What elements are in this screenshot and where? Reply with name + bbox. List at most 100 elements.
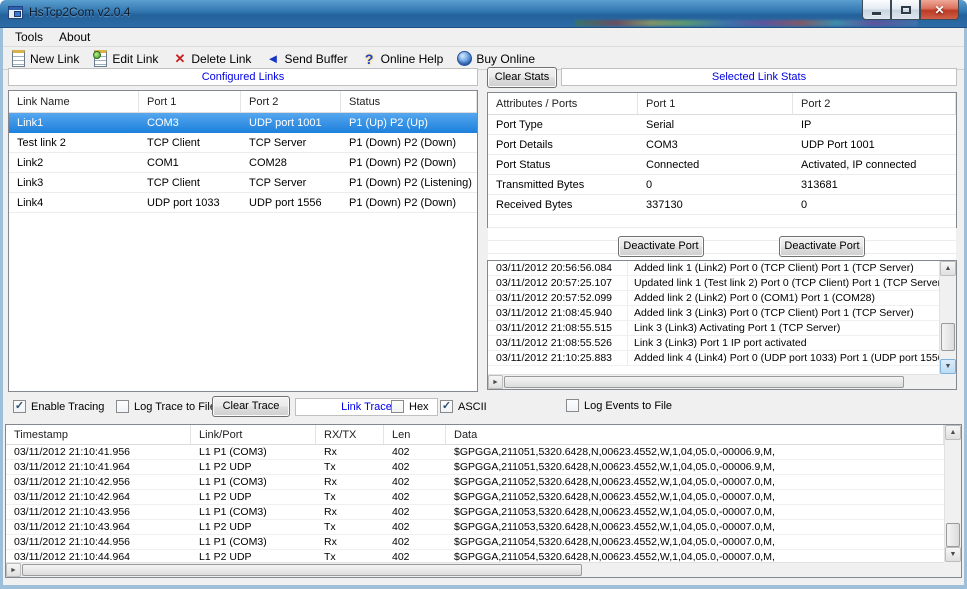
deactivate-port1-button[interactable]: Deactivate Port 1	[618, 236, 704, 257]
scroll-right-icon[interactable]: ►	[488, 375, 503, 389]
event-log-rows: 03/11/2012 20:56:56.084 Added link 1 (Li…	[488, 261, 939, 374]
link-row[interactable]: Test link 2 TCP Client TCP Server P1 (Do…	[9, 133, 477, 153]
trace-vscrollbar[interactable]: ▲ ▼	[944, 425, 961, 562]
trace-row[interactable]: 03/11/2012 21:10:43.964 L1 P2 UDP Tx 402…	[6, 520, 944, 535]
scroll-down-icon[interactable]: ▼	[940, 359, 956, 374]
titlebar[interactable]: HsTcp2Com v2.0.4 ✕	[0, 0, 967, 28]
scroll-right-icon[interactable]: ►	[6, 563, 21, 577]
column-header[interactable]: Port 1	[638, 93, 793, 114]
clear-trace-button[interactable]: Clear Trace	[212, 396, 290, 417]
event-log-hscroll-thumb[interactable]	[504, 376, 904, 388]
trace-hscrollbar[interactable]: ◄ ►	[6, 562, 944, 577]
column-header[interactable]: Attributes / Ports	[488, 93, 638, 114]
event-time-cell: 03/11/2012 20:56:56.084	[488, 261, 628, 275]
trace-len-cell: 402	[384, 461, 446, 473]
client-area: ToolsAbout New Link Edit Link Delete Lin…	[3, 28, 964, 585]
stats-row[interactable]: Port Status Connected Activated, IP conn…	[488, 155, 956, 175]
toolbar-button-label: Delete Link	[191, 52, 251, 66]
trace-row[interactable]: 03/11/2012 21:10:42.964 L1 P2 UDP Tx 402…	[6, 490, 944, 505]
ascii-checkbox[interactable]	[440, 400, 453, 413]
trace-rxtx-cell: Tx	[316, 491, 384, 503]
selected-link-stats-title: Selected Link Stats	[561, 68, 957, 86]
trace-hscroll-thumb[interactable]	[22, 564, 582, 576]
trace-row[interactable]: 03/11/2012 21:10:41.964 L1 P2 UDP Tx 402…	[6, 460, 944, 475]
link-row[interactable]: Link1 COM3 UDP port 1001 P1 (Up) P2 (Up)	[9, 113, 477, 133]
column-header[interactable]: Status	[341, 91, 477, 112]
trace-linkport-cell: L1 P2 UDP	[191, 461, 316, 473]
event-log-row[interactable]: 03/11/2012 21:10:25.883 Added link 4 (Li…	[488, 351, 939, 366]
column-header[interactable]: Port 1	[139, 91, 241, 112]
column-header[interactable]: Link Name	[9, 91, 139, 112]
log-trace-checkbox[interactable]	[116, 400, 129, 413]
scrollbar-corner	[944, 562, 961, 577]
column-header[interactable]: Port 2	[241, 91, 341, 112]
column-header[interactable]: Len	[384, 425, 446, 444]
trace-row[interactable]: 03/11/2012 21:10:43.956 L1 P1 (COM3) Rx …	[6, 505, 944, 520]
column-header[interactable]: Link/Port	[191, 425, 316, 444]
trace-rxtx-cell: Tx	[316, 521, 384, 533]
column-header[interactable]: Port 2	[793, 93, 956, 114]
event-log-row[interactable]: 03/11/2012 21:08:55.526 Link 3 (Link3) P…	[488, 336, 939, 351]
event-log-row[interactable]: 03/11/2012 21:08:55.515 Link 3 (Link3) A…	[488, 321, 939, 336]
link-row[interactable]: Link2 COM1 COM28 P1 (Down) P2 (Down)	[9, 153, 477, 173]
trace-row[interactable]: 03/11/2012 21:10:44.956 L1 P1 (COM3) Rx …	[6, 535, 944, 550]
minimize-button[interactable]	[862, 0, 891, 20]
clear-stats-button[interactable]: Clear Stats	[487, 67, 557, 88]
trace-row[interactable]: 03/11/2012 21:10:41.956 L1 P1 (COM3) Rx …	[6, 445, 944, 460]
link-row[interactable]: Link3 TCP Client TCP Server P1 (Down) P2…	[9, 173, 477, 193]
menu-item[interactable]: Tools	[7, 28, 51, 46]
close-icon: ✕	[934, 3, 944, 17]
trace-data-cell: $GPGGA,211052,5320.6428,N,00623.4552,W,1…	[446, 491, 944, 503]
event-log-row[interactable]: 03/11/2012 21:08:45.940 Added link 3 (Li…	[488, 306, 939, 321]
trace-len-cell: 402	[384, 551, 446, 562]
toolbar-button[interactable]: Delete Link	[169, 50, 254, 67]
deactivate-port2-button[interactable]: Deactivate Port 2	[779, 236, 865, 257]
trace-linkport-cell: L1 P2 UDP	[191, 551, 316, 562]
toolbar-button[interactable]: Online Help	[359, 50, 447, 67]
enable-tracing-checkbox[interactable]	[13, 400, 26, 413]
menu-item[interactable]: About	[51, 28, 98, 46]
enable-tracing-field[interactable]: Enable Tracing	[13, 400, 104, 413]
log-events-to-file-field[interactable]: Log Events to File	[566, 399, 672, 412]
toolbar-button[interactable]: Send Buffer	[262, 50, 350, 67]
toolbar-button[interactable]: Edit Link	[90, 50, 161, 67]
trace-linkport-cell: L1 P1 (COM3)	[191, 536, 316, 548]
stats-row[interactable]: Port Type Serial IP	[488, 115, 956, 135]
configured-links-rows: Link1 COM3 UDP port 1001 P1 (Up) P2 (Up)…	[9, 113, 477, 213]
column-header[interactable]: Timestamp	[6, 425, 191, 444]
scroll-up-icon[interactable]: ▲	[945, 425, 961, 440]
event-log-row[interactable]: 03/11/2012 20:56:56.084 Added link 1 (Li…	[488, 261, 939, 276]
toolbar-button[interactable]: New Link	[8, 50, 82, 67]
event-log-row[interactable]: 03/11/2012 20:57:25.107 Updated link 1 (…	[488, 276, 939, 291]
column-header[interactable]: RX/TX	[316, 425, 384, 444]
stats-row[interactable]: Port Details COM3 UDP Port 1001	[488, 135, 956, 155]
menubar: ToolsAbout	[3, 28, 964, 47]
trace-row[interactable]: 03/11/2012 21:10:44.964 L1 P2 UDP Tx 402…	[6, 550, 944, 562]
trace-header: Timestamp Link/Port RX/TX Len Data	[6, 425, 944, 445]
log-events-checkbox[interactable]	[566, 399, 579, 412]
trace-row[interactable]: 03/11/2012 21:10:42.956 L1 P1 (COM3) Rx …	[6, 475, 944, 490]
scroll-up-icon[interactable]: ▲	[940, 261, 956, 276]
trace-timestamp-cell: 03/11/2012 21:10:41.964	[6, 461, 191, 473]
hex-checkbox[interactable]	[391, 400, 404, 413]
stats-row[interactable]: Received Bytes 337130 0	[488, 195, 956, 215]
close-button[interactable]: ✕	[920, 0, 959, 20]
stats-row[interactable]: Transmitted Bytes 0 313681	[488, 175, 956, 195]
trace-timestamp-cell: 03/11/2012 21:10:42.956	[6, 476, 191, 488]
maximize-icon	[901, 6, 911, 14]
event-log-vscrollbar[interactable]: ▲ ▼	[939, 261, 956, 374]
toolbar-button-icon	[93, 51, 108, 66]
ascii-field[interactable]: ASCII	[440, 400, 487, 413]
scroll-down-icon[interactable]: ▼	[945, 547, 961, 562]
event-log-vscroll-thumb[interactable]	[941, 323, 955, 351]
hex-field[interactable]: Hex	[391, 400, 429, 413]
stats-attr-cell: Received Bytes	[488, 199, 638, 211]
column-header[interactable]: Data	[446, 425, 944, 444]
log-trace-field[interactable]: Log Trace to File	[116, 400, 216, 413]
trace-vscroll-thumb[interactable]	[946, 523, 960, 547]
event-log-hscrollbar[interactable]: ◄ ►	[488, 374, 939, 389]
maximize-button[interactable]	[891, 0, 920, 20]
link-row[interactable]: Link4 UDP port 1033 UDP port 1556 P1 (Do…	[9, 193, 477, 213]
event-log-row[interactable]: 03/11/2012 20:57:52.099 Added link 2 (Li…	[488, 291, 939, 306]
toolbar-button[interactable]: Buy Online	[454, 50, 538, 67]
